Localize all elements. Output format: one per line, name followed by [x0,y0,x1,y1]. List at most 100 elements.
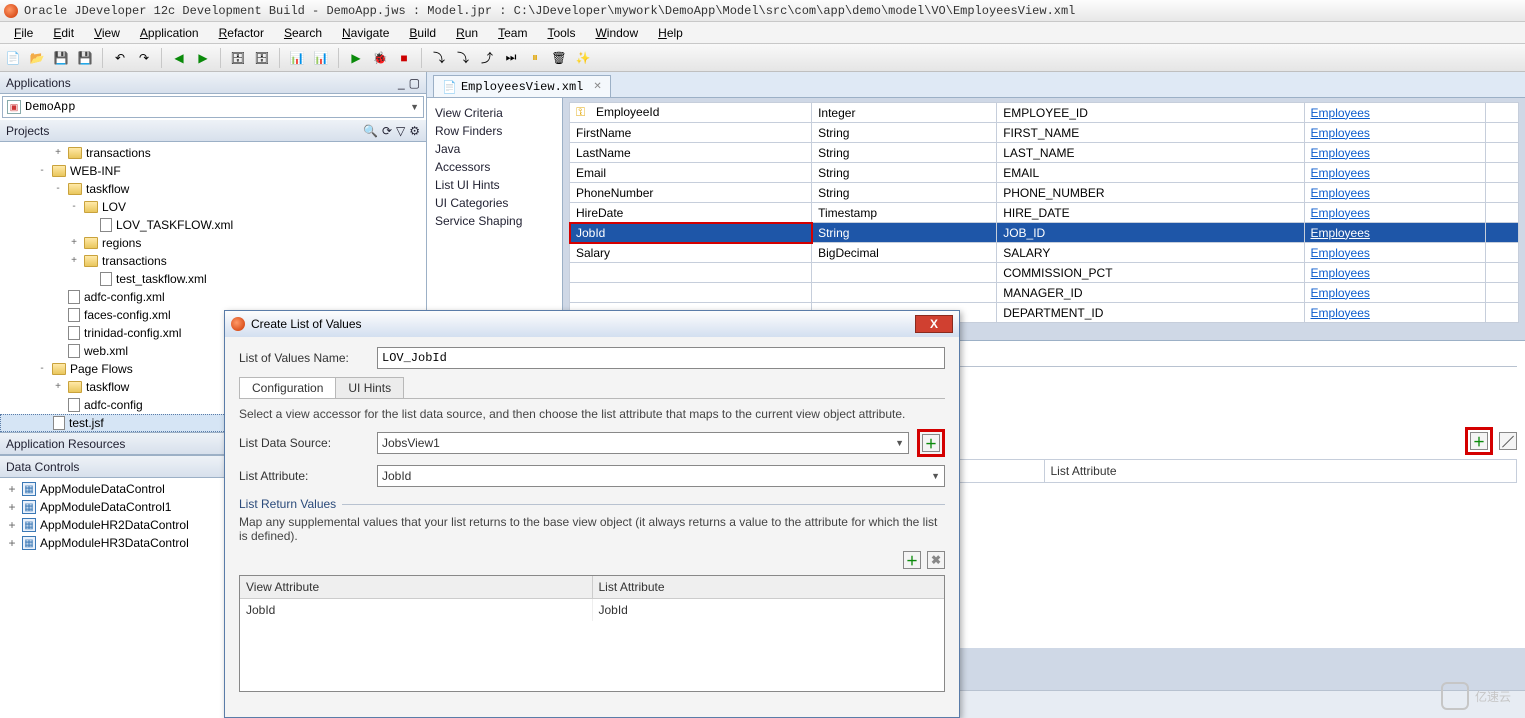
tab-configuration[interactable]: Configuration [239,377,336,398]
delete-return-button[interactable]: ✖ [927,551,945,569]
tree-node[interactable]: LOV_TASKFLOW.xml [0,216,426,234]
attribute-table[interactable]: ⚿EmployeeIdIntegerEMPLOYEE_IDEmployeesFi… [569,102,1519,323]
menu-bar: FileEditViewApplicationRefactorSearchNav… [0,22,1525,44]
back-icon[interactable]: ◀ [170,49,188,67]
tree-node[interactable]: +regions [0,234,426,252]
attribute-row[interactable]: LastNameStringLAST_NAMEEmployees [570,143,1519,163]
resume-icon[interactable]: ⏭ [502,49,520,67]
outline-item[interactable]: Accessors [435,158,554,176]
menu-view[interactable]: View [84,24,130,42]
menu-build[interactable]: Build [399,24,446,42]
menu-run[interactable]: Run [446,24,488,42]
attribute-row[interactable]: FirstNameStringFIRST_NAMEEmployees [570,123,1519,143]
attribute-row[interactable]: SalaryBigDecimalSALARYEmployees [570,243,1519,263]
attribute-row[interactable]: PhoneNumberStringPHONE_NUMBEREmployees [570,183,1519,203]
application-selector[interactable]: ▣ DemoApp ▼ [2,96,424,118]
sql-icon[interactable]: 🗄 [253,49,271,67]
folder-icon [68,381,82,393]
attribute-row[interactable]: HireDateTimestampHIRE_DATEEmployees [570,203,1519,223]
stop-icon[interactable]: ■ [395,49,413,67]
edit-lov-button[interactable]: ／ [1499,432,1517,450]
tree-node[interactable]: adfc-config.xml [0,288,426,306]
menu-application[interactable]: Application [130,24,209,42]
diagram-icon[interactable]: 📊 [288,49,306,67]
open-icon[interactable]: 📂 [28,49,46,67]
entity-link[interactable]: Employees [1311,266,1370,280]
menu-help[interactable]: Help [648,24,693,42]
entity-link[interactable]: Employees [1311,106,1370,120]
gc-icon[interactable]: 🗑 [550,49,568,67]
entity-link[interactable]: Employees [1311,166,1370,180]
add-datasource-button[interactable]: ＋ [922,434,940,452]
menu-tools[interactable]: Tools [537,24,585,42]
return-values-table[interactable]: View Attribute List Attribute JobId JobI… [239,575,945,692]
save-icon[interactable]: 💾 [52,49,70,67]
tree-node[interactable]: +transactions [0,144,426,162]
menu-refactor[interactable]: Refactor [209,24,274,42]
debug-icon[interactable]: 🐞 [371,49,389,67]
dialog-titlebar[interactable]: Create List of Values X [225,311,959,337]
data-source-select[interactable]: JobsView1 ▼ [377,432,909,454]
redo-icon[interactable]: ↷ [135,49,153,67]
outline-item[interactable]: List UI Hints [435,176,554,194]
run-icon[interactable]: ▶ [347,49,365,67]
menu-edit[interactable]: Edit [43,24,84,42]
entity-link[interactable]: Employees [1311,286,1370,300]
entity-link[interactable]: Employees [1311,226,1370,240]
pause-icon[interactable]: ⏸ [526,49,544,67]
add-return-button[interactable]: ＋ [903,551,921,569]
tab-ui-hints[interactable]: UI Hints [335,377,404,398]
entity-link[interactable]: Employees [1311,146,1370,160]
panel-minimize-icon[interactable]: _ [398,76,405,90]
add-lov-button[interactable]: ＋ [1470,432,1488,450]
filter-icon[interactable]: ▽ [396,124,405,138]
entity-link[interactable]: Employees [1311,306,1370,320]
attribute-row[interactable]: JobIdStringJOB_IDEmployees [570,223,1519,243]
diagram2-icon[interactable]: 📊 [312,49,330,67]
attribute-row[interactable]: COMMISSION_PCTEmployees [570,263,1519,283]
outline-item[interactable]: View Criteria [435,104,554,122]
new-icon[interactable]: 📄 [4,49,22,67]
entity-link[interactable]: Employees [1311,246,1370,260]
outline-item[interactable]: UI Categories [435,194,554,212]
tree-label: web.xml [84,342,128,360]
undo-icon[interactable]: ↶ [111,49,129,67]
step-out-icon[interactable]: ⤴ [478,49,496,67]
tree-node[interactable]: -LOV [0,198,426,216]
attribute-row[interactable]: MANAGER_IDEmployees [570,283,1519,303]
entity-link[interactable]: Employees [1311,206,1370,220]
forward-icon[interactable]: ▶ [194,49,212,67]
menu-file[interactable]: File [4,24,43,42]
save-all-icon[interactable]: 💾 [76,49,94,67]
outline-item[interactable]: Row Finders [435,122,554,140]
close-icon[interactable]: ✕ [593,81,601,92]
datacontrol-icon: ▦ [22,536,36,550]
tab-label: EmployeesView.xml [461,80,583,94]
attribute-row[interactable]: EmailStringEMAILEmployees [570,163,1519,183]
menu-window[interactable]: Window [585,24,648,42]
tree-node[interactable]: -WEB-INF [0,162,426,180]
entity-link[interactable]: Employees [1311,186,1370,200]
menu-team[interactable]: Team [488,24,537,42]
entity-link[interactable]: Employees [1311,126,1370,140]
menu-navigate[interactable]: Navigate [332,24,399,42]
list-attribute-select[interactable]: JobId ▼ [377,465,945,487]
search-icon[interactable]: 🔍 [363,124,378,138]
db-icon[interactable]: 🗄 [229,49,247,67]
tree-node[interactable]: -taskflow [0,180,426,198]
step-over-icon[interactable]: ⤵ [430,49,448,67]
menu-search[interactable]: Search [274,24,332,42]
lov-name-input[interactable] [377,347,945,369]
outline-item[interactable]: Service Shaping [435,212,554,230]
tree-node[interactable]: test_taskflow.xml [0,270,426,288]
refresh-icon[interactable]: ⟳ [382,124,392,138]
attribute-row[interactable]: ⚿EmployeeIdIntegerEMPLOYEE_IDEmployees [570,103,1519,123]
panel-restore-icon[interactable]: ▢ [409,76,420,90]
wand-icon[interactable]: ✨ [574,49,592,67]
step-into-icon[interactable]: ⤵ [454,49,472,67]
tree-node[interactable]: +transactions [0,252,426,270]
outline-item[interactable]: Java [435,140,554,158]
tab-employeesview[interactable]: 📄 EmployeesView.xml ✕ [433,75,611,97]
dialog-close-button[interactable]: X [915,315,953,333]
settings-icon[interactable]: ⚙ [409,124,420,138]
